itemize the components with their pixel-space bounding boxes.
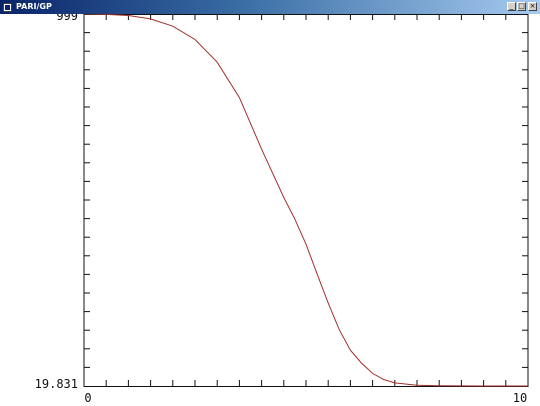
plot-canvas: 999 19.831 0 10 <box>0 14 540 406</box>
pari-gp-window: PARI/GP _ □ × 999 19.831 0 10 <box>0 0 540 406</box>
x-tick-label-min: 0 <box>84 391 91 405</box>
maximize-button[interactable]: □ <box>517 2 526 11</box>
y-tick-label-min: 19.831 <box>35 377 78 391</box>
close-button[interactable]: × <box>528 2 537 11</box>
minimize-button[interactable]: _ <box>507 2 516 11</box>
window-controls: _ □ × <box>507 2 537 11</box>
y-tick-label-max: 999 <box>56 14 78 23</box>
plot-frame <box>83 14 529 387</box>
series-line-0 <box>83 14 528 387</box>
title-bar[interactable]: PARI/GP _ □ × <box>0 0 540 14</box>
plot-svg: 999 19.831 0 10 <box>35 14 529 405</box>
window-title: PARI/GP <box>16 2 52 11</box>
x-tick-label-max: 10 <box>513 391 527 405</box>
app-icon[interactable] <box>3 2 12 12</box>
